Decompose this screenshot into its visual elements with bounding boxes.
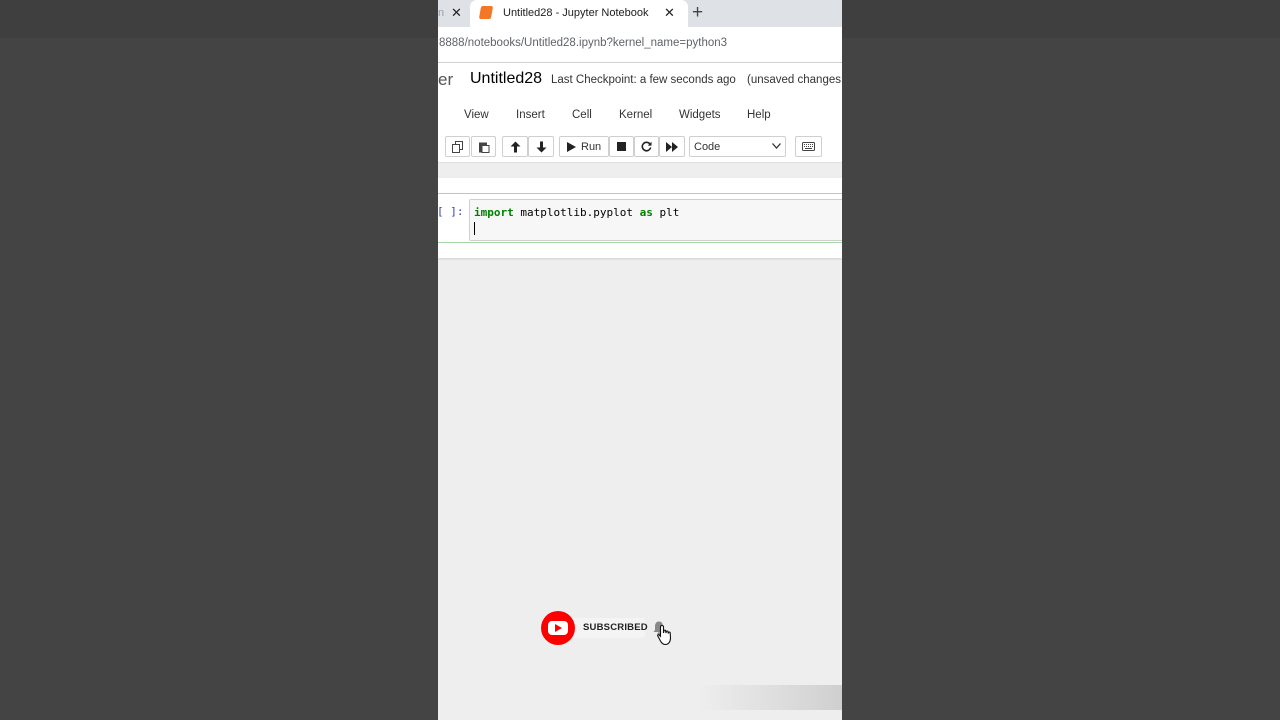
url-text[interactable]: 8888/notebooks/Untitled28.ipynb?kernel_n…	[439, 37, 727, 49]
keyboard-icon	[802, 142, 815, 151]
paste-cell-button[interactable]	[471, 136, 496, 157]
screen-recording: n ✕ Untitled28 - Jupyter Notebook ✕ + 88…	[438, 0, 842, 720]
notebook-header: er Untitled28 Last Checkpoint: a few sec…	[438, 63, 842, 97]
menu-cell[interactable]: Cell	[572, 109, 592, 121]
move-cell-down-button[interactable]	[528, 136, 554, 157]
interrupt-kernel-button[interactable]	[609, 136, 634, 157]
browser-tab-strip: n ✕ Untitled28 - Jupyter Notebook ✕ +	[438, 0, 842, 27]
paste-icon	[478, 142, 489, 153]
menu-help[interactable]: Help	[747, 109, 771, 121]
menu-widgets[interactable]: Widgets	[679, 109, 721, 121]
new-tab-button[interactable]: +	[692, 2, 703, 24]
run-button[interactable]: Run	[559, 136, 609, 157]
run-button-label: Run	[581, 140, 602, 153]
module-name: matplotlib.pyplot	[513, 206, 640, 219]
menu-view[interactable]: View	[464, 109, 489, 121]
notebook-toolbar: Run Code	[438, 131, 842, 163]
subscribe-label: SUBSCRIBED	[583, 622, 648, 633]
code-cell[interactable]: [ ]: import matplotlib.pyplot as plt	[438, 193, 842, 243]
text-caret	[474, 222, 475, 235]
notebook-name[interactable]: Untitled28	[470, 70, 542, 88]
menu-bar: View Insert Cell Kernel Widgets Help	[438, 97, 842, 131]
copy-cell-button[interactable]	[445, 136, 470, 157]
autosave-status: (unsaved changes	[747, 74, 841, 86]
run-icon	[567, 141, 576, 152]
notebook-container: [ ]: import matplotlib.pyplot as plt	[438, 178, 842, 258]
keyword-import: import	[474, 206, 514, 219]
code-line: import matplotlib.pyplot as plt	[474, 206, 679, 219]
active-tab-title: Untitled28 - Jupyter Notebook	[503, 7, 649, 19]
bottom-fade	[698, 685, 842, 710]
subscribe-pill[interactable]: SUBSCRIBED	[571, 618, 648, 638]
restart-icon	[641, 141, 652, 152]
jupyter-favicon-icon	[478, 6, 494, 19]
menu-insert[interactable]: Insert	[516, 109, 545, 121]
address-bar[interactable]: 8888/notebooks/Untitled28.ipynb?kernel_n…	[438, 27, 842, 63]
move-up-icon	[510, 141, 520, 152]
cell-type-value: Code	[694, 141, 721, 153]
menu-kernel[interactable]: Kernel	[619, 109, 652, 121]
youtube-logo-icon[interactable]	[541, 611, 575, 645]
previous-tab[interactable]: n ✕	[438, 0, 470, 27]
checkpoint-status: Last Checkpoint: a few seconds ago	[551, 74, 736, 86]
code-editor[interactable]: import matplotlib.pyplot as plt	[469, 199, 842, 241]
notebook-background	[438, 163, 842, 178]
command-palette-button[interactable]	[795, 136, 822, 157]
cell-type-select[interactable]: Code	[689, 136, 786, 157]
copy-icon	[451, 140, 463, 153]
alias-name: plt	[652, 206, 680, 219]
close-tab-icon[interactable]: ✕	[664, 5, 675, 21]
previous-tab-title: n	[438, 7, 445, 19]
hand-cursor-icon	[657, 624, 672, 646]
active-tab[interactable]: Untitled28 - Jupyter Notebook ✕	[470, 0, 688, 27]
jupyter-logo[interactable]: er	[438, 70, 453, 90]
fast-forward-icon	[666, 141, 678, 152]
move-down-icon	[536, 141, 546, 152]
close-tab-icon[interactable]: ✕	[451, 5, 462, 21]
restart-kernel-button[interactable]	[634, 136, 659, 157]
move-cell-up-button[interactable]	[502, 136, 528, 157]
keyword-as: as	[639, 206, 653, 219]
restart-run-all-button[interactable]	[659, 136, 685, 157]
input-prompt: [ ]:	[438, 205, 464, 218]
stop-icon	[617, 142, 626, 151]
chevron-down-icon	[772, 143, 781, 149]
